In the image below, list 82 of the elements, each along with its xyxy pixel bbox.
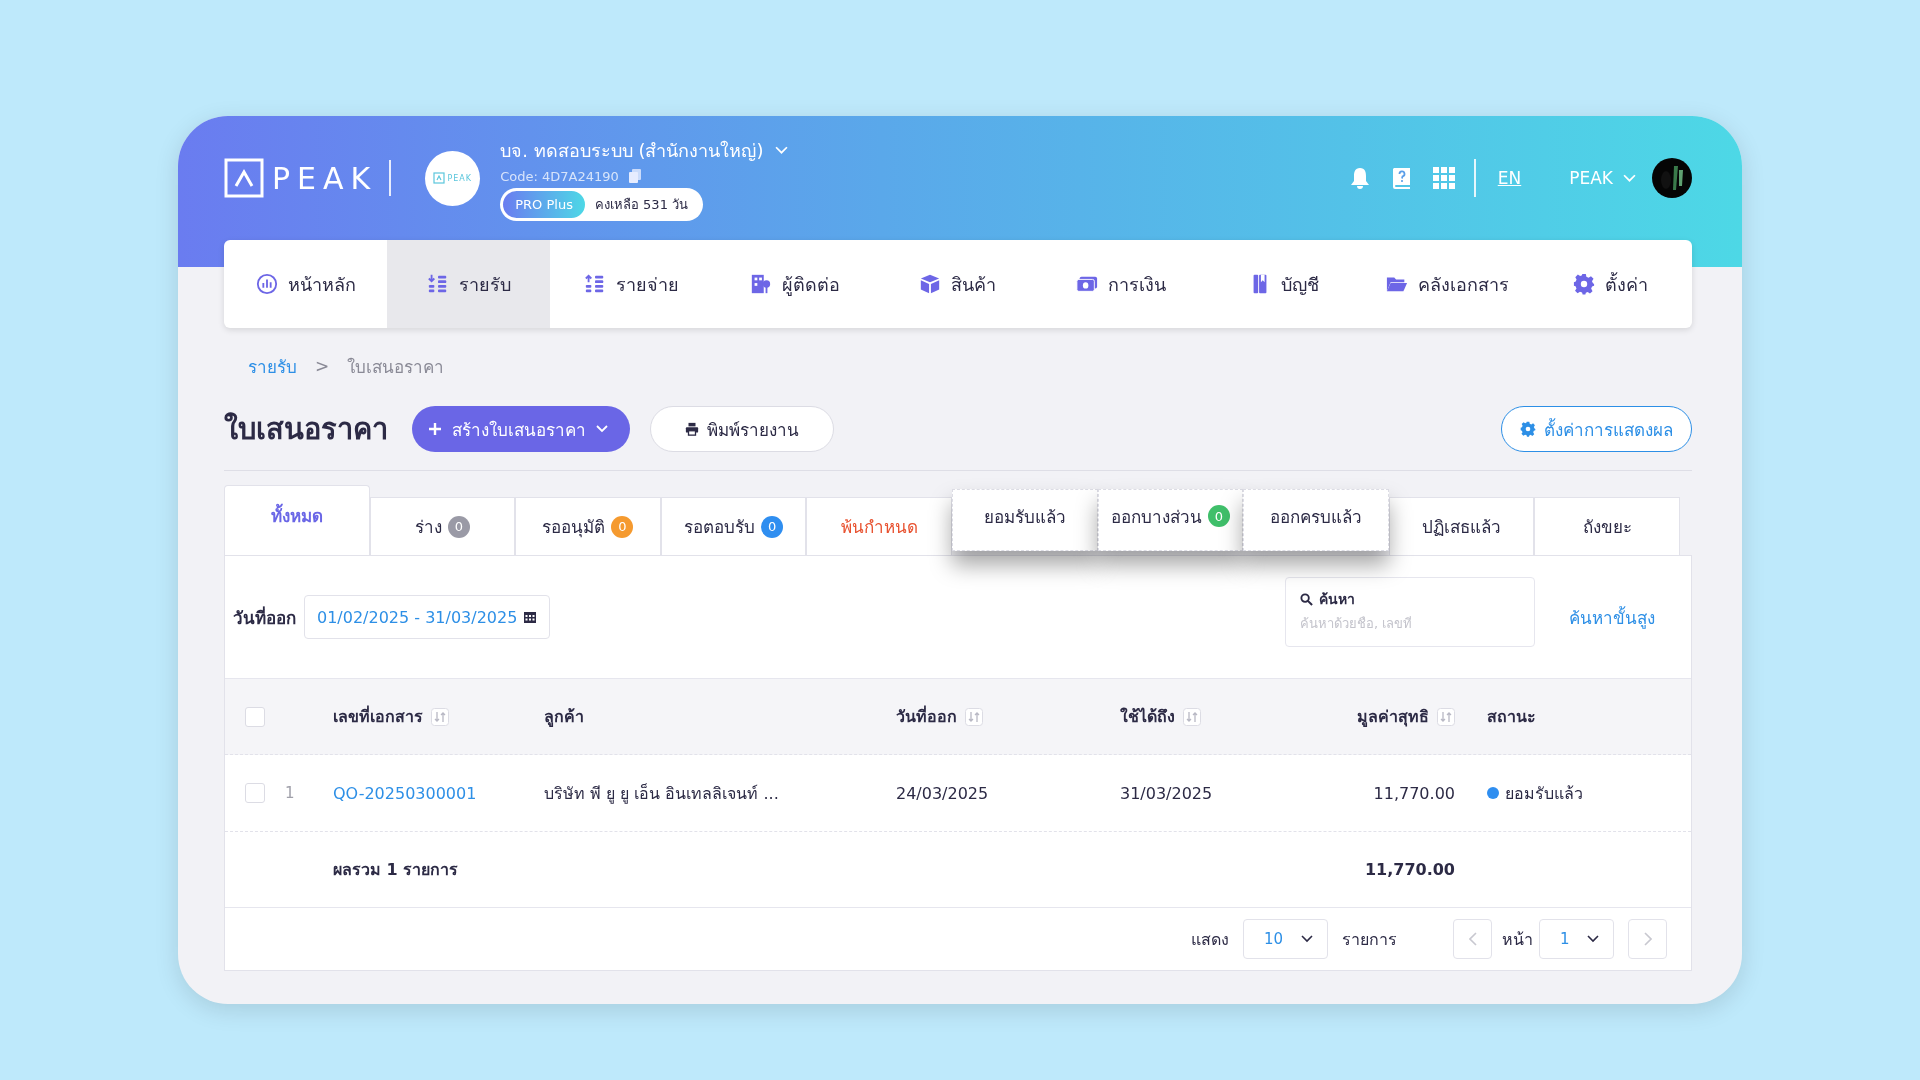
date-filter-label: วันที่ออก	[233, 605, 296, 630]
status-tab[interactable]: ออกครบแล้ว	[1243, 489, 1389, 551]
display-settings-button[interactable]: ตั้งค่าการแสดงผล	[1501, 406, 1692, 452]
chevron-down-icon	[596, 425, 608, 433]
nav-tab[interactable]: ตั้งค่า	[1528, 240, 1692, 328]
table-cell-text: บริษัท พี ยู ยู เอ็น อินเทลลิเจนท์ ...	[544, 782, 779, 806]
apps-grid-icon[interactable]	[1431, 166, 1456, 190]
table-cell: 31/03/2025	[1120, 783, 1213, 803]
status-tab[interactable]: พ้นกำหนด	[806, 497, 952, 555]
breadcrumb-current: ใบเสนอราคา	[347, 355, 445, 379]
remaining-days: คงเหลือ 531 วัน	[584, 193, 701, 215]
status-tab[interactable]: ร่าง 0	[369, 497, 516, 555]
page-title: ใบเสนอราคา	[224, 411, 388, 448]
plan-name: PRO Plus	[503, 190, 585, 218]
chevron-down-icon	[1301, 935, 1313, 943]
column-header[interactable]: เลขที่เอกสาร	[333, 704, 423, 729]
select-all-checkbox[interactable]	[245, 706, 265, 727]
column-header[interactable]: สถานะ	[1487, 704, 1536, 729]
sort-icon[interactable]	[965, 707, 983, 726]
print-report-button[interactable]: พิมพ์รายงาน	[650, 406, 834, 452]
total-label: ผลรวม 1 รายการ	[333, 859, 460, 881]
company-logo: PEAK	[425, 150, 481, 206]
sort-icon[interactable]	[1183, 707, 1201, 726]
advanced-search-link[interactable]: ค้นหาขั้นสูง	[1569, 603, 1655, 631]
nav-tab[interactable]: หน้าหลัก	[224, 240, 388, 328]
nav-tab[interactable]: การเงิน	[1039, 240, 1203, 328]
gauge-icon	[255, 273, 278, 295]
status-tab[interactable]: ทั้งหมด	[224, 485, 370, 555]
gear-icon	[1572, 273, 1595, 295]
logo-text: PEAK	[272, 160, 378, 196]
column-header[interactable]: ใช้ได้ถึง	[1120, 704, 1175, 729]
chevron-down-icon[interactable]	[775, 145, 789, 155]
items-label: รายการ	[1342, 928, 1397, 951]
status-tab[interactable]: ยอมรับแล้ว	[951, 489, 1098, 551]
chevron-left-icon	[1468, 932, 1477, 946]
table-cell: 11,770.00	[1373, 783, 1455, 803]
sort-icon[interactable]	[431, 707, 449, 726]
nav-tab[interactable]: บัญชี	[1202, 240, 1366, 328]
status-tab[interactable]: รออนุมัติ 0	[515, 497, 661, 555]
chevron-down-icon	[1587, 935, 1599, 943]
count-badge: 0	[447, 515, 470, 538]
sort-icon[interactable]	[1437, 707, 1455, 726]
status-tab[interactable]: ปฏิเสธแล้ว	[1388, 497, 1535, 555]
nav-tab[interactable]: ผู้ติดต่อ	[713, 240, 877, 328]
nav-tab[interactable]: รายจ่าย	[550, 240, 714, 328]
chevron-right-icon	[1643, 932, 1652, 946]
coins-stack-icon	[426, 273, 449, 295]
row-checkbox[interactable]	[245, 783, 265, 803]
status-tab[interactable]: ถังขยะ	[1534, 497, 1680, 555]
page-label: หน้า	[1502, 928, 1533, 951]
status-text: ยอมรับแล้ว	[1505, 782, 1583, 805]
calendar-icon	[523, 610, 538, 624]
gear-icon	[1520, 421, 1536, 437]
nav-tab[interactable]: คลังเอกสาร	[1365, 240, 1529, 328]
status-tab[interactable]: รอตอบรับ 0	[660, 497, 807, 555]
column-header[interactable]: มูลค่าสุทธิ	[1357, 704, 1429, 729]
count-badge: 0	[611, 515, 634, 538]
show-label: แสดง	[1191, 928, 1229, 951]
plus-icon	[428, 422, 442, 436]
nav-tab[interactable]: รายรับ	[387, 240, 551, 328]
search-icon	[1300, 592, 1313, 606]
create-quotation-button[interactable]: สร้างใบเสนอราคา	[412, 406, 630, 452]
logo-icon	[224, 158, 264, 198]
company-code: Code: 4D7A24190	[500, 168, 619, 184]
nav-tab[interactable]: สินค้า	[876, 240, 1040, 328]
printer-icon	[685, 422, 699, 436]
next-page-button[interactable]	[1628, 919, 1667, 959]
table-cell: 24/03/2025	[896, 783, 989, 803]
previous-page-button[interactable]	[1453, 919, 1492, 959]
count-badge: 0	[1207, 505, 1230, 527]
column-header[interactable]: ลูกค้า	[544, 704, 584, 729]
search-label: ค้นหา	[1319, 590, 1355, 609]
breadcrumb-separator: >	[315, 356, 330, 376]
count-badge: 0	[761, 515, 784, 538]
column-header[interactable]: วันที่ออก	[896, 704, 957, 729]
total-value: 11,770.00	[1363, 860, 1455, 879]
row-number: 1	[285, 784, 296, 802]
chevron-down-icon[interactable]	[1623, 173, 1636, 183]
copy-icon[interactable]	[628, 169, 641, 183]
building-icon	[749, 273, 772, 295]
box-icon	[919, 273, 942, 295]
status-tab[interactable]: ออกบางส่วน 0	[1097, 489, 1244, 551]
